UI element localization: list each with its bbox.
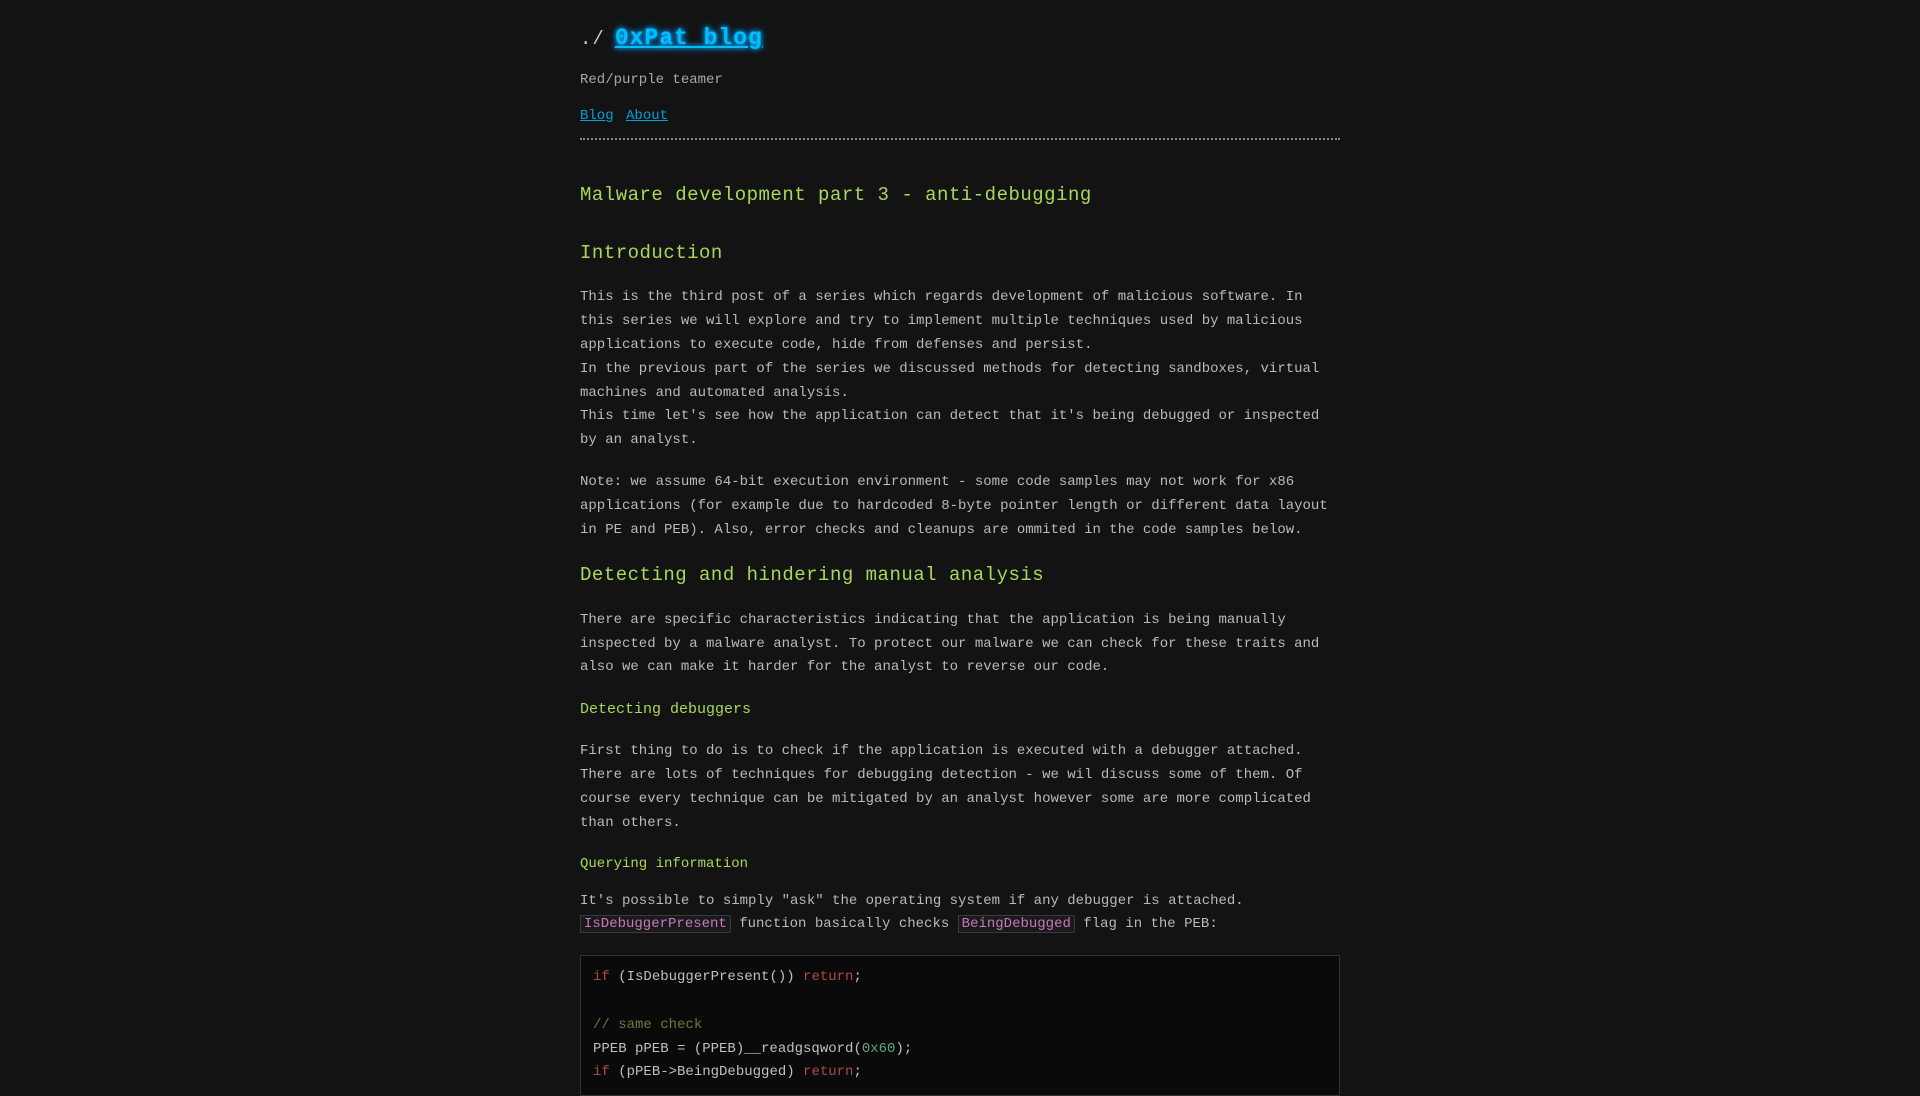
- intro-paragraph: This is the third post of a series which…: [580, 286, 1340, 453]
- nav-link-about[interactable]: About: [626, 108, 668, 124]
- code-text: PPEB pPEB = (PPEB)__readgsqword(: [593, 1041, 862, 1057]
- header-row: ./ 0xPat blog: [580, 20, 1340, 57]
- divider: [580, 138, 1340, 140]
- inline-code-isdebuggerpresent: IsDebuggerPresent: [580, 915, 731, 933]
- intro-text-1: This is the third post of a series which…: [580, 289, 1303, 353]
- nav-link-blog[interactable]: Blog: [580, 108, 614, 124]
- site-subtitle: Red/purple teamer: [580, 69, 1340, 91]
- shell-prompt: ./: [580, 24, 605, 54]
- section-heading-detecting: Detecting and hindering manual analysis: [580, 560, 1340, 590]
- article-title: Malware development part 3 - anti-debugg…: [580, 180, 1340, 210]
- site-title-link[interactable]: 0xPat blog: [615, 20, 763, 57]
- queryinfo-paragraph-1: It's possible to simply "ask" the operat…: [580, 890, 1340, 938]
- subsubsection-heading-querying: Querying information: [580, 853, 1340, 875]
- code-keyword-return: return: [803, 969, 853, 985]
- queryinfo-text-pre: It's possible to simply "ask" the operat…: [580, 893, 1244, 909]
- page-container: ./ 0xPat blog Red/purple teamer Blog Abo…: [580, 0, 1340, 1096]
- code-comment: // same check: [593, 1017, 702, 1033]
- inline-code-beingdebugged: BeingDebugged: [958, 915, 1075, 933]
- queryinfo-text-mid: function basically checks: [731, 916, 958, 932]
- code-keyword-return: return: [803, 1064, 853, 1080]
- intro-text-2: In the previous part of the series we di…: [580, 361, 1319, 401]
- code-block: if (IsDebuggerPresent()) return; // same…: [580, 955, 1340, 1096]
- code-text: );: [895, 1041, 912, 1057]
- code-text: (IsDebuggerPresent()): [610, 969, 803, 985]
- code-keyword-if: if: [593, 1064, 610, 1080]
- intro-note: Note: we assume 64-bit execution environ…: [580, 471, 1340, 542]
- code-keyword-if: if: [593, 969, 610, 985]
- section-heading-introduction: Introduction: [580, 238, 1340, 268]
- subsection-heading-detecting-debuggers: Detecting debuggers: [580, 698, 1340, 722]
- nav-bar: Blog About: [580, 105, 1340, 127]
- code-number: 0x60: [862, 1041, 896, 1057]
- detect-paragraph-1: There are specific characteristics indic…: [580, 609, 1340, 680]
- queryinfo-text-post: flag in the PEB:: [1075, 916, 1218, 932]
- detectdbg-paragraph-1: First thing to do is to check if the app…: [580, 740, 1340, 835]
- code-text: (pPEB->BeingDebugged): [610, 1064, 803, 1080]
- code-text: ;: [853, 1064, 861, 1080]
- intro-text-3: This time let's see how the application …: [580, 408, 1319, 448]
- code-text: ;: [853, 969, 861, 985]
